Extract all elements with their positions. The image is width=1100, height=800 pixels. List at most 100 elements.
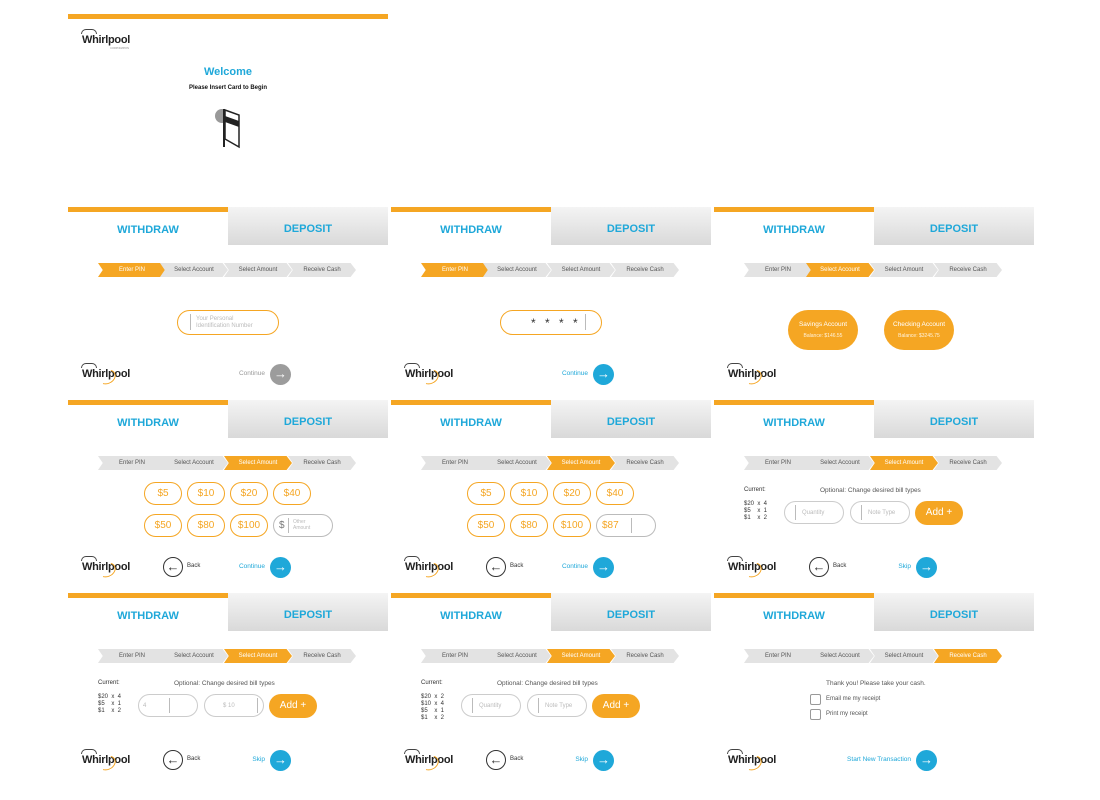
step-2: Select Account: [806, 456, 874, 470]
tab-bar: WITHDRAW DEPOSIT: [714, 207, 1034, 245]
checkbox-box[interactable]: [810, 709, 821, 720]
cta-label: Skip: [898, 563, 911, 570]
note-type-input[interactable]: Note Type: [850, 501, 910, 524]
amount-option[interactable]: $100: [230, 514, 268, 537]
continue-button[interactable]: Continue →: [454, 364, 614, 385]
tab-deposit[interactable]: DEPOSIT: [874, 593, 1034, 631]
tab-deposit[interactable]: DEPOSIT: [551, 593, 711, 631]
step-3: Select Amount: [224, 263, 292, 277]
amount-option[interactable]: $50: [467, 514, 505, 537]
whirlpool-logo: Whirlpool: [727, 749, 776, 774]
skip-button[interactable]: Skip →: [454, 750, 614, 771]
whirlpool-logo: Whirlpool: [727, 363, 776, 388]
step-1: Enter PIN: [744, 456, 812, 470]
step-4: Receive Cash: [934, 649, 1002, 663]
tab-deposit[interactable]: DEPOSIT: [551, 400, 711, 438]
checkbox-box[interactable]: [810, 694, 821, 705]
continue-button[interactable]: Continue →: [131, 557, 291, 578]
tab-bar: WITHDRAW DEPOSIT: [714, 400, 1034, 438]
amount-option[interactable]: $40: [596, 482, 634, 505]
step-1: Enter PIN: [98, 649, 166, 663]
arrow-right-icon: →: [593, 750, 614, 771]
arrow-right-icon: →: [593, 557, 614, 578]
amount-option[interactable]: $20: [553, 482, 591, 505]
tab-deposit[interactable]: DEPOSIT: [551, 207, 711, 245]
whirlpool-logo: Whirlpool: [727, 556, 776, 581]
start_new-button[interactable]: Start New Transaction →: [777, 750, 937, 771]
skip-button[interactable]: Skip →: [777, 557, 937, 578]
progress-steps: Enter PIN Select Account Select Amount Rece…: [98, 263, 358, 277]
tab-withdraw[interactable]: WITHDRAW: [68, 207, 228, 245]
other-amount-input[interactable]: $87: [596, 514, 656, 537]
step-4: Receive Cash: [611, 263, 679, 277]
step-4: Receive Cash: [934, 456, 1002, 470]
account-button[interactable]: Checking Account Balance: $3245.75: [884, 310, 954, 350]
arrow-right-icon: →: [593, 364, 614, 385]
amount-option[interactable]: $5: [467, 482, 505, 505]
pin-input[interactable]: * * * *: [500, 310, 602, 335]
skip-button[interactable]: Skip →: [131, 750, 291, 771]
add-button[interactable]: Add +: [269, 694, 317, 718]
tab-deposit[interactable]: DEPOSIT: [874, 400, 1034, 438]
tab-deposit[interactable]: DEPOSIT: [228, 593, 388, 631]
bill-row: $1 x 2: [744, 515, 768, 521]
quantity-input[interactable]: Quantity: [461, 694, 521, 717]
whirlpool-logo: Whirlpool: [404, 363, 453, 388]
other-amount-input[interactable]: $ Other Amount: [273, 514, 333, 537]
screen-bill-types-updated: WITHDRAW DEPOSIT Enter PIN Select Account Se…: [391, 593, 711, 778]
progress-steps: Enter PIN Select Account Select Amount Rece…: [98, 456, 358, 470]
tab-withdraw[interactable]: WITHDRAW: [714, 593, 874, 631]
tab-withdraw[interactable]: WITHDRAW: [68, 400, 228, 438]
pin-input[interactable]: Your Personal Identification Number: [177, 310, 279, 335]
amount-option[interactable]: $50: [144, 514, 182, 537]
tab-withdraw[interactable]: WITHDRAW: [391, 400, 551, 438]
tab-bar: WITHDRAW DEPOSIT: [68, 207, 388, 245]
current-bills-label: Current:: [421, 680, 443, 686]
continue-button[interactable]: Continue →: [131, 364, 291, 385]
tab-withdraw[interactable]: WITHDRAW: [391, 593, 551, 631]
tab-bar: WITHDRAW DEPOSIT: [391, 400, 711, 438]
screen-bill-types: WITHDRAW DEPOSIT Enter PIN Select Account Se…: [714, 400, 1034, 585]
amount-option[interactable]: $10: [187, 482, 225, 505]
cta-label: Continue: [561, 370, 588, 377]
step-2: Select Account: [483, 263, 551, 277]
tab-withdraw[interactable]: WITHDRAW: [714, 207, 874, 245]
screen-select-amount-other: WITHDRAW DEPOSIT Enter PIN Select Account Se…: [391, 400, 711, 585]
whirlpool-logo: Whirlpool CORPORATION: [81, 29, 130, 50]
account-button[interactable]: Savings Account Balance: $146.55: [788, 310, 858, 350]
current-bills-list: $20 x 4 $5 x 1 $1 x 2: [744, 501, 767, 522]
note-type-input[interactable]: Note Type: [527, 694, 587, 717]
cta-label: Start New Transaction: [847, 756, 911, 763]
pin-caret: [190, 314, 191, 330]
progress-steps: Enter PIN Select Account Select Amount Rece…: [421, 263, 681, 277]
tab-deposit[interactable]: DEPOSIT: [228, 400, 388, 438]
amount-option[interactable]: $5: [144, 482, 182, 505]
amount-option[interactable]: $80: [187, 514, 225, 537]
quantity-input[interactable]: Quantity: [784, 501, 844, 524]
optional-bills-label: Optional: Change desired bill types: [497, 680, 598, 687]
quantity-input[interactable]: 4: [138, 694, 198, 717]
current-bills-label: Current:: [98, 680, 120, 686]
whirlpool-logo: Whirlpool: [81, 556, 130, 581]
tab-deposit[interactable]: DEPOSIT: [228, 207, 388, 245]
amount-option[interactable]: $40: [273, 482, 311, 505]
amount-option[interactable]: $100: [553, 514, 591, 537]
continue-button[interactable]: Continue →: [454, 557, 614, 578]
tab-deposit[interactable]: DEPOSIT: [874, 207, 1034, 245]
amount-option[interactable]: $80: [510, 514, 548, 537]
note-type-input[interactable]: $ 10: [204, 694, 264, 717]
pin-caret: [585, 314, 586, 330]
pin-placeholder: Your Personal Identification Number: [196, 316, 253, 329]
welcome-subtitle: Please Insert Card to Begin: [188, 85, 268, 91]
tab-withdraw[interactable]: WITHDRAW: [68, 593, 228, 631]
amount-option[interactable]: $20: [230, 482, 268, 505]
cta-label: Continue: [238, 563, 265, 570]
tab-withdraw[interactable]: WITHDRAW: [714, 400, 874, 438]
amount-option[interactable]: $10: [510, 482, 548, 505]
insert-card-icon: [215, 108, 240, 149]
tab-withdraw[interactable]: WITHDRAW: [391, 207, 551, 245]
add-button[interactable]: Add +: [915, 501, 963, 525]
add-button[interactable]: Add +: [592, 694, 640, 718]
whirlpool-logo: Whirlpool: [81, 749, 130, 774]
bill-row: $10 x 4: [421, 701, 445, 707]
